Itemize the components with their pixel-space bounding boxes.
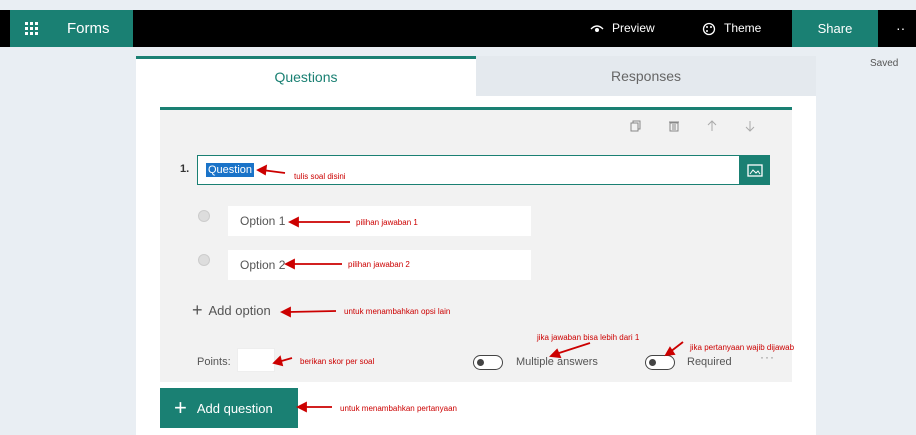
annotation-add-option: untuk menambahkan opsi lain — [344, 307, 451, 316]
annotation-arrows — [256, 164, 684, 413]
annotation-question: tulis soal disini — [294, 172, 346, 181]
annotation-multiple: jika jawaban bisa lebih dari 1 — [537, 333, 640, 342]
annotation-option2: pilihan jawaban 2 — [348, 260, 410, 269]
annotation-points: berikan skor per soal — [300, 357, 375, 366]
annotation-required: jika pertanyaan wajib dijawab — [690, 343, 795, 352]
annotation-option1: pilihan jawaban 1 — [356, 218, 418, 227]
annotation-add-question: untuk menambahkan pertanyaan — [340, 404, 457, 413]
